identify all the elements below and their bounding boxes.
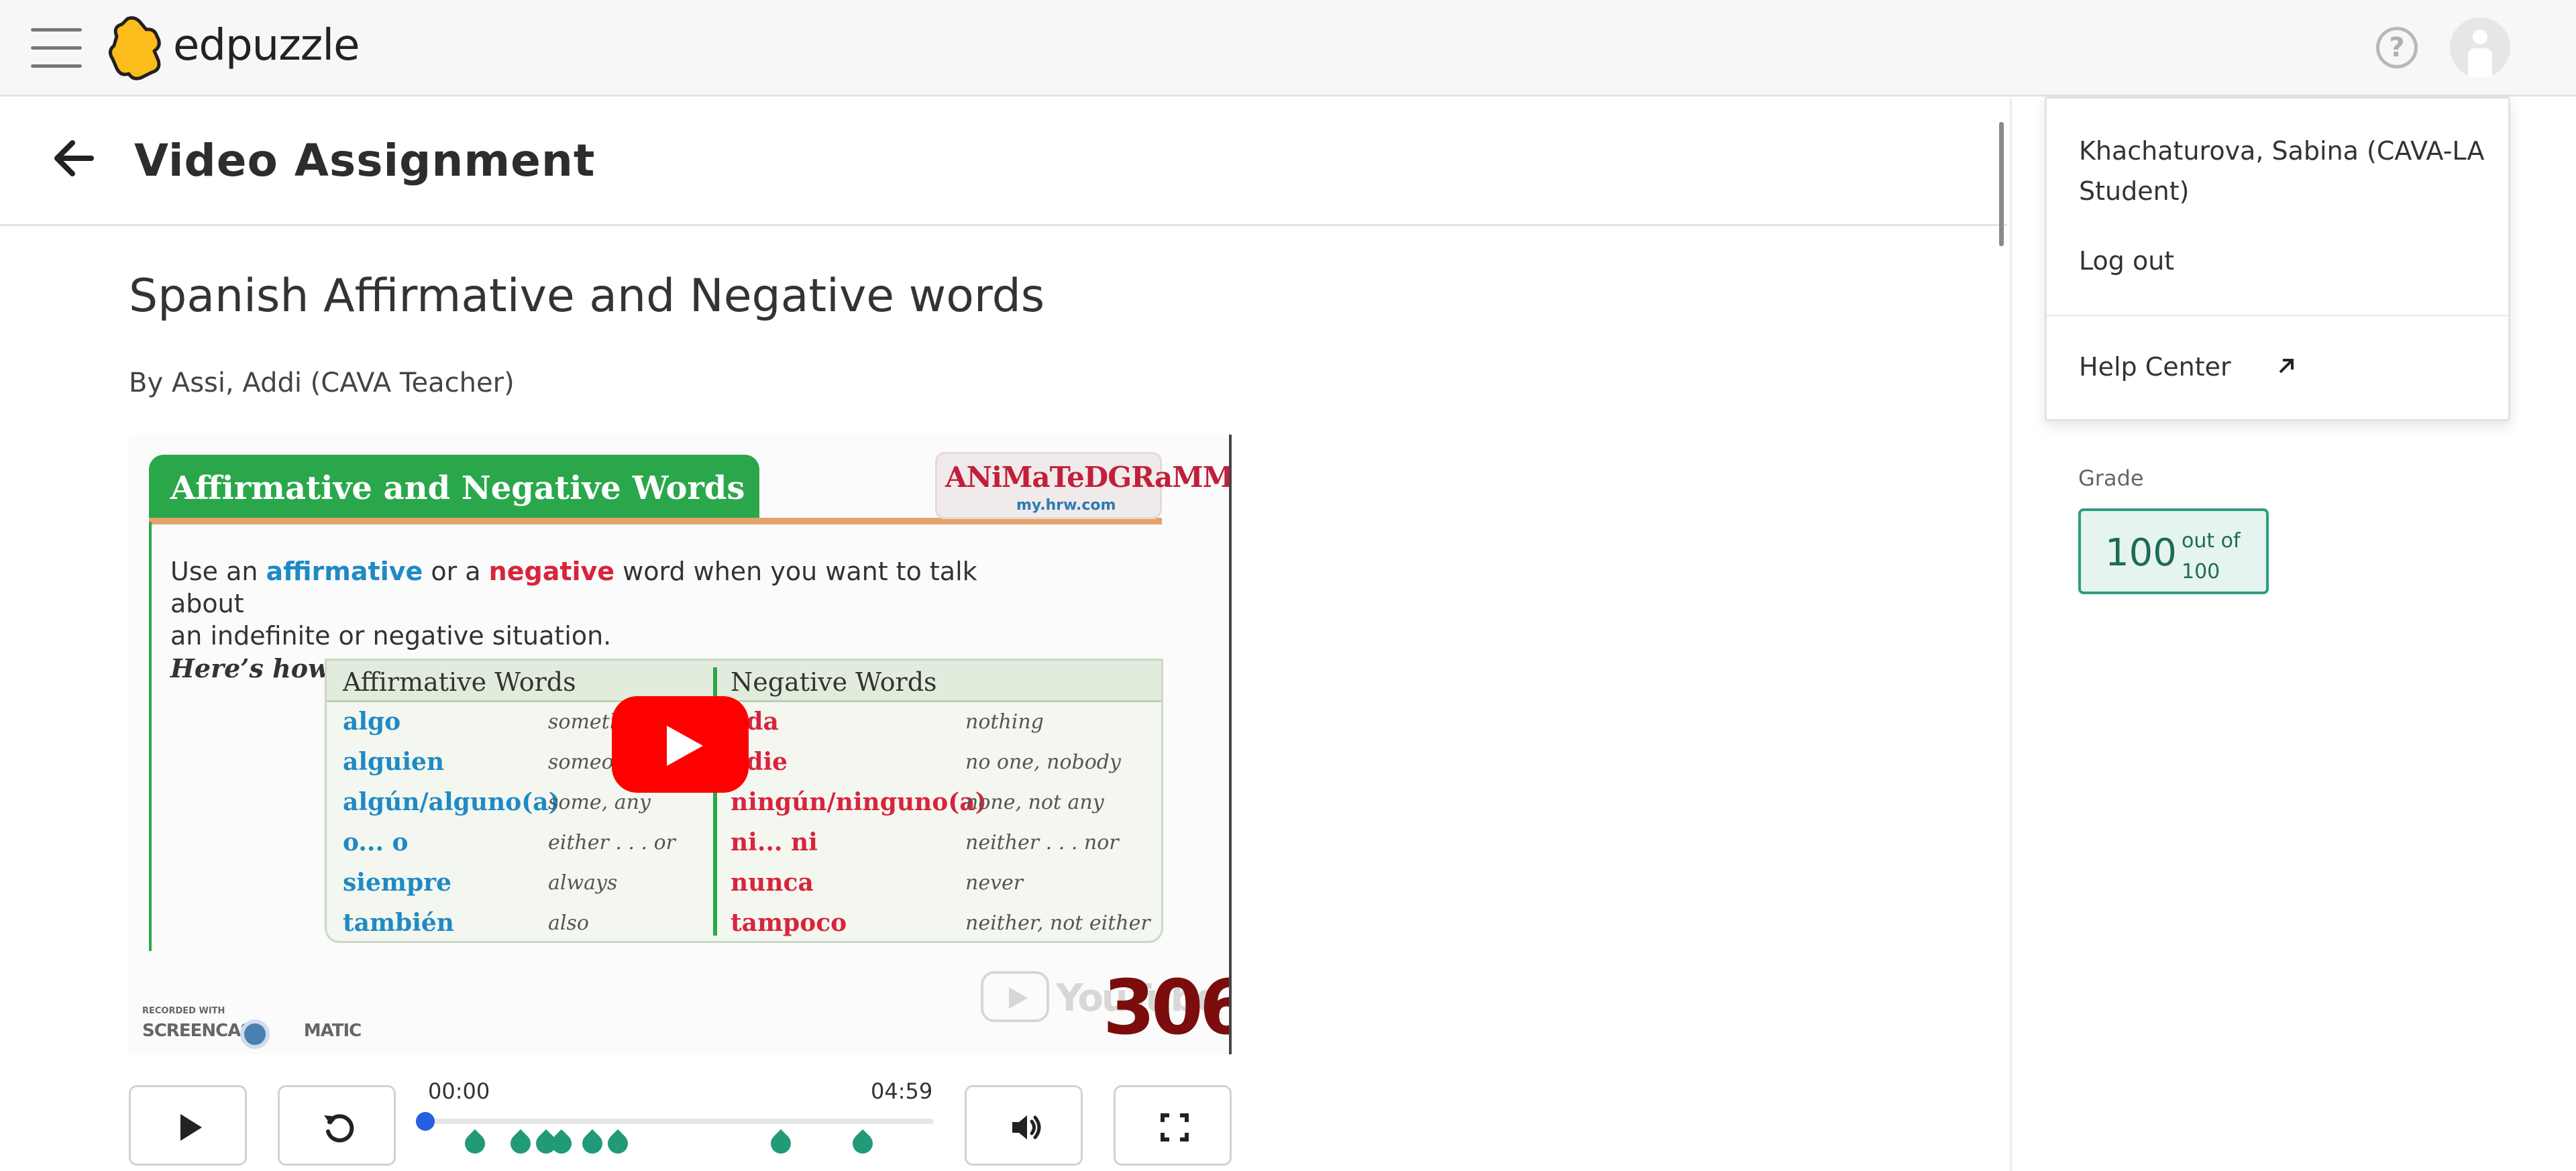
menu-icon[interactable]	[31, 27, 82, 68]
user-dropdown-menu: Khachaturova, Sabina (CAVA-LA Student) L…	[2045, 97, 2510, 421]
slide-left-border	[149, 522, 152, 951]
progress-track[interactable]	[424, 1119, 934, 1124]
menu-divider	[2047, 315, 2508, 317]
page-title: Video Assignment	[134, 135, 596, 186]
words-table: Affirmative Words Negative Words algo som…	[325, 659, 1163, 943]
replay-icon	[324, 1114, 354, 1143]
brand-logo: ANiMaTeDGRaMM my.hrw.com	[935, 452, 1232, 519]
slide-title: Affirmative and Negative Words	[170, 469, 745, 507]
app-name[interactable]: edpuzzle	[173, 17, 360, 74]
slide-intro: Use an affirmative or a negative word wh…	[170, 557, 977, 651]
table-row: o... o either . . . or ni... ni neither . .…	[343, 828, 1119, 856]
youtube-watermark: YouTube	[981, 971, 1221, 1022]
external-link-icon	[2279, 359, 2294, 374]
back-arrow-icon[interactable]	[51, 136, 95, 180]
play-icon	[180, 1114, 202, 1141]
sidebar-divider	[2010, 99, 2012, 1171]
grade-badge: 100 out of 100	[2078, 508, 2269, 594]
question-marker[interactable]	[578, 1129, 607, 1158]
assignment-title: Spanish Affirmative and Negative words	[129, 270, 1045, 323]
question-marker[interactable]	[506, 1129, 535, 1158]
table-row: algún/alguno(a) some, any ningún/ninguno(a…	[343, 788, 1104, 816]
grade-out-of: out of 100	[2182, 529, 2241, 583]
scrollbar-thumb[interactable]	[1999, 122, 2004, 246]
grade-label: Grade	[2078, 465, 2144, 491]
duration: 04:59	[871, 1078, 933, 1104]
progress-handle[interactable]	[416, 1112, 435, 1131]
help-icon[interactable]: ?	[2376, 27, 2418, 68]
fullscreen-icon	[1161, 1113, 1189, 1141]
fullscreen-button[interactable]	[1114, 1085, 1232, 1166]
heres-how: Here’s how:	[170, 653, 339, 683]
question-marker[interactable]	[460, 1129, 490, 1158]
question-marker[interactable]	[848, 1129, 877, 1158]
page-header: Video Assignment	[0, 99, 2007, 226]
current-time: 00:00	[428, 1078, 490, 1104]
table-row: siempre always nunca never	[343, 869, 1024, 897]
logout-link[interactable]: Log out	[2079, 246, 2174, 276]
user-name: Khachaturova, Sabina (CAVA-LA Student)	[2079, 136, 2485, 206]
grade-value: 100	[2105, 531, 2177, 575]
assignment-author: By Assi, Addi (CAVA Teacher)	[129, 368, 515, 398]
question-marker[interactable]	[766, 1129, 796, 1158]
slide-title-tab: Affirmative and Negative Words	[149, 455, 759, 522]
col-negative: Negative Words	[731, 667, 937, 697]
video-player[interactable]: Affirmative and Negative Words ANiMaTeDG…	[129, 435, 1232, 1054]
table-row: también also tampoco neither, not either	[343, 909, 1150, 937]
question-marker[interactable]	[547, 1129, 576, 1158]
top-bar: edpuzzle ?	[0, 0, 2576, 97]
edpuzzle-logo[interactable]	[107, 16, 168, 80]
slide-page-number: 306	[1103, 964, 1232, 1052]
screencast-watermark: RECORDED WITH SCREENCAST MATIC	[142, 1006, 362, 1049]
user-icon[interactable]	[2450, 17, 2510, 78]
replay-button[interactable]	[278, 1085, 396, 1166]
volume-button[interactable]	[965, 1085, 1083, 1166]
brand-url: my.hrw.com	[1016, 497, 1116, 514]
youtube-play-button[interactable]	[612, 696, 749, 793]
volume-icon	[1012, 1115, 1041, 1139]
brand-name: ANiMaTeDGRaMM	[945, 461, 1232, 494]
play-button[interactable]	[129, 1085, 247, 1166]
col-affirmative: Affirmative Words	[343, 667, 576, 697]
question-marker[interactable]	[603, 1129, 633, 1158]
help-center-link[interactable]: Help Center	[2079, 352, 2231, 382]
